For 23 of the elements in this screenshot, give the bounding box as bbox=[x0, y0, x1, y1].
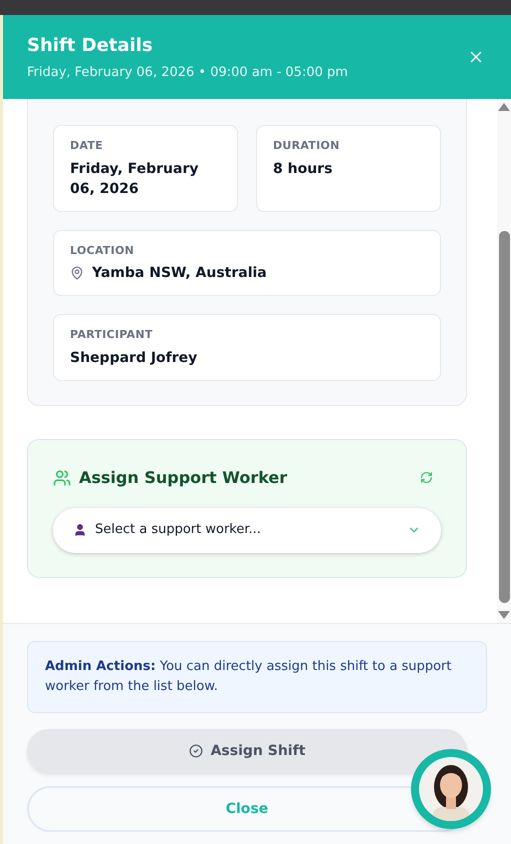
scroll-up-icon[interactable] bbox=[498, 103, 510, 111]
scroll-thumb[interactable] bbox=[498, 231, 510, 603]
section-title: Assign Support Worker bbox=[79, 466, 288, 488]
admin-note: Admin Actions: You can directly assign this shift to a support worker from the list below. bbox=[45, 658, 452, 696]
refresh-icon[interactable] bbox=[420, 471, 433, 484]
field-label: PARTICIPANT bbox=[70, 327, 154, 343]
check-circle-icon bbox=[188, 744, 203, 758]
dialog-title: Shift Details bbox=[27, 34, 154, 58]
dialog-subtitle: Friday, February 06, 2026 • 09:00 am - 05:00 pm bbox=[27, 64, 348, 82]
scroll-down-icon[interactable] bbox=[498, 611, 510, 619]
scrollbar[interactable] bbox=[497, 99, 511, 623]
field-value: Friday, February 06, 2026 bbox=[70, 160, 200, 198]
people-icon bbox=[53, 468, 71, 486]
field-value: Yamba NSW, Australia bbox=[92, 264, 267, 283]
field-label: LOCATION bbox=[70, 242, 136, 258]
worker-select[interactable]: Select a support worker... bbox=[53, 508, 441, 552]
field-label: DATE bbox=[70, 138, 104, 154]
person-icon bbox=[73, 523, 87, 537]
field-value: Sheppard Jofrey bbox=[70, 348, 198, 368]
select-placeholder: Select a support worker... bbox=[95, 521, 262, 540]
location-pin-icon bbox=[70, 266, 84, 280]
field-label: DURATION bbox=[273, 138, 341, 154]
field-value: 8 hours bbox=[273, 160, 332, 178]
